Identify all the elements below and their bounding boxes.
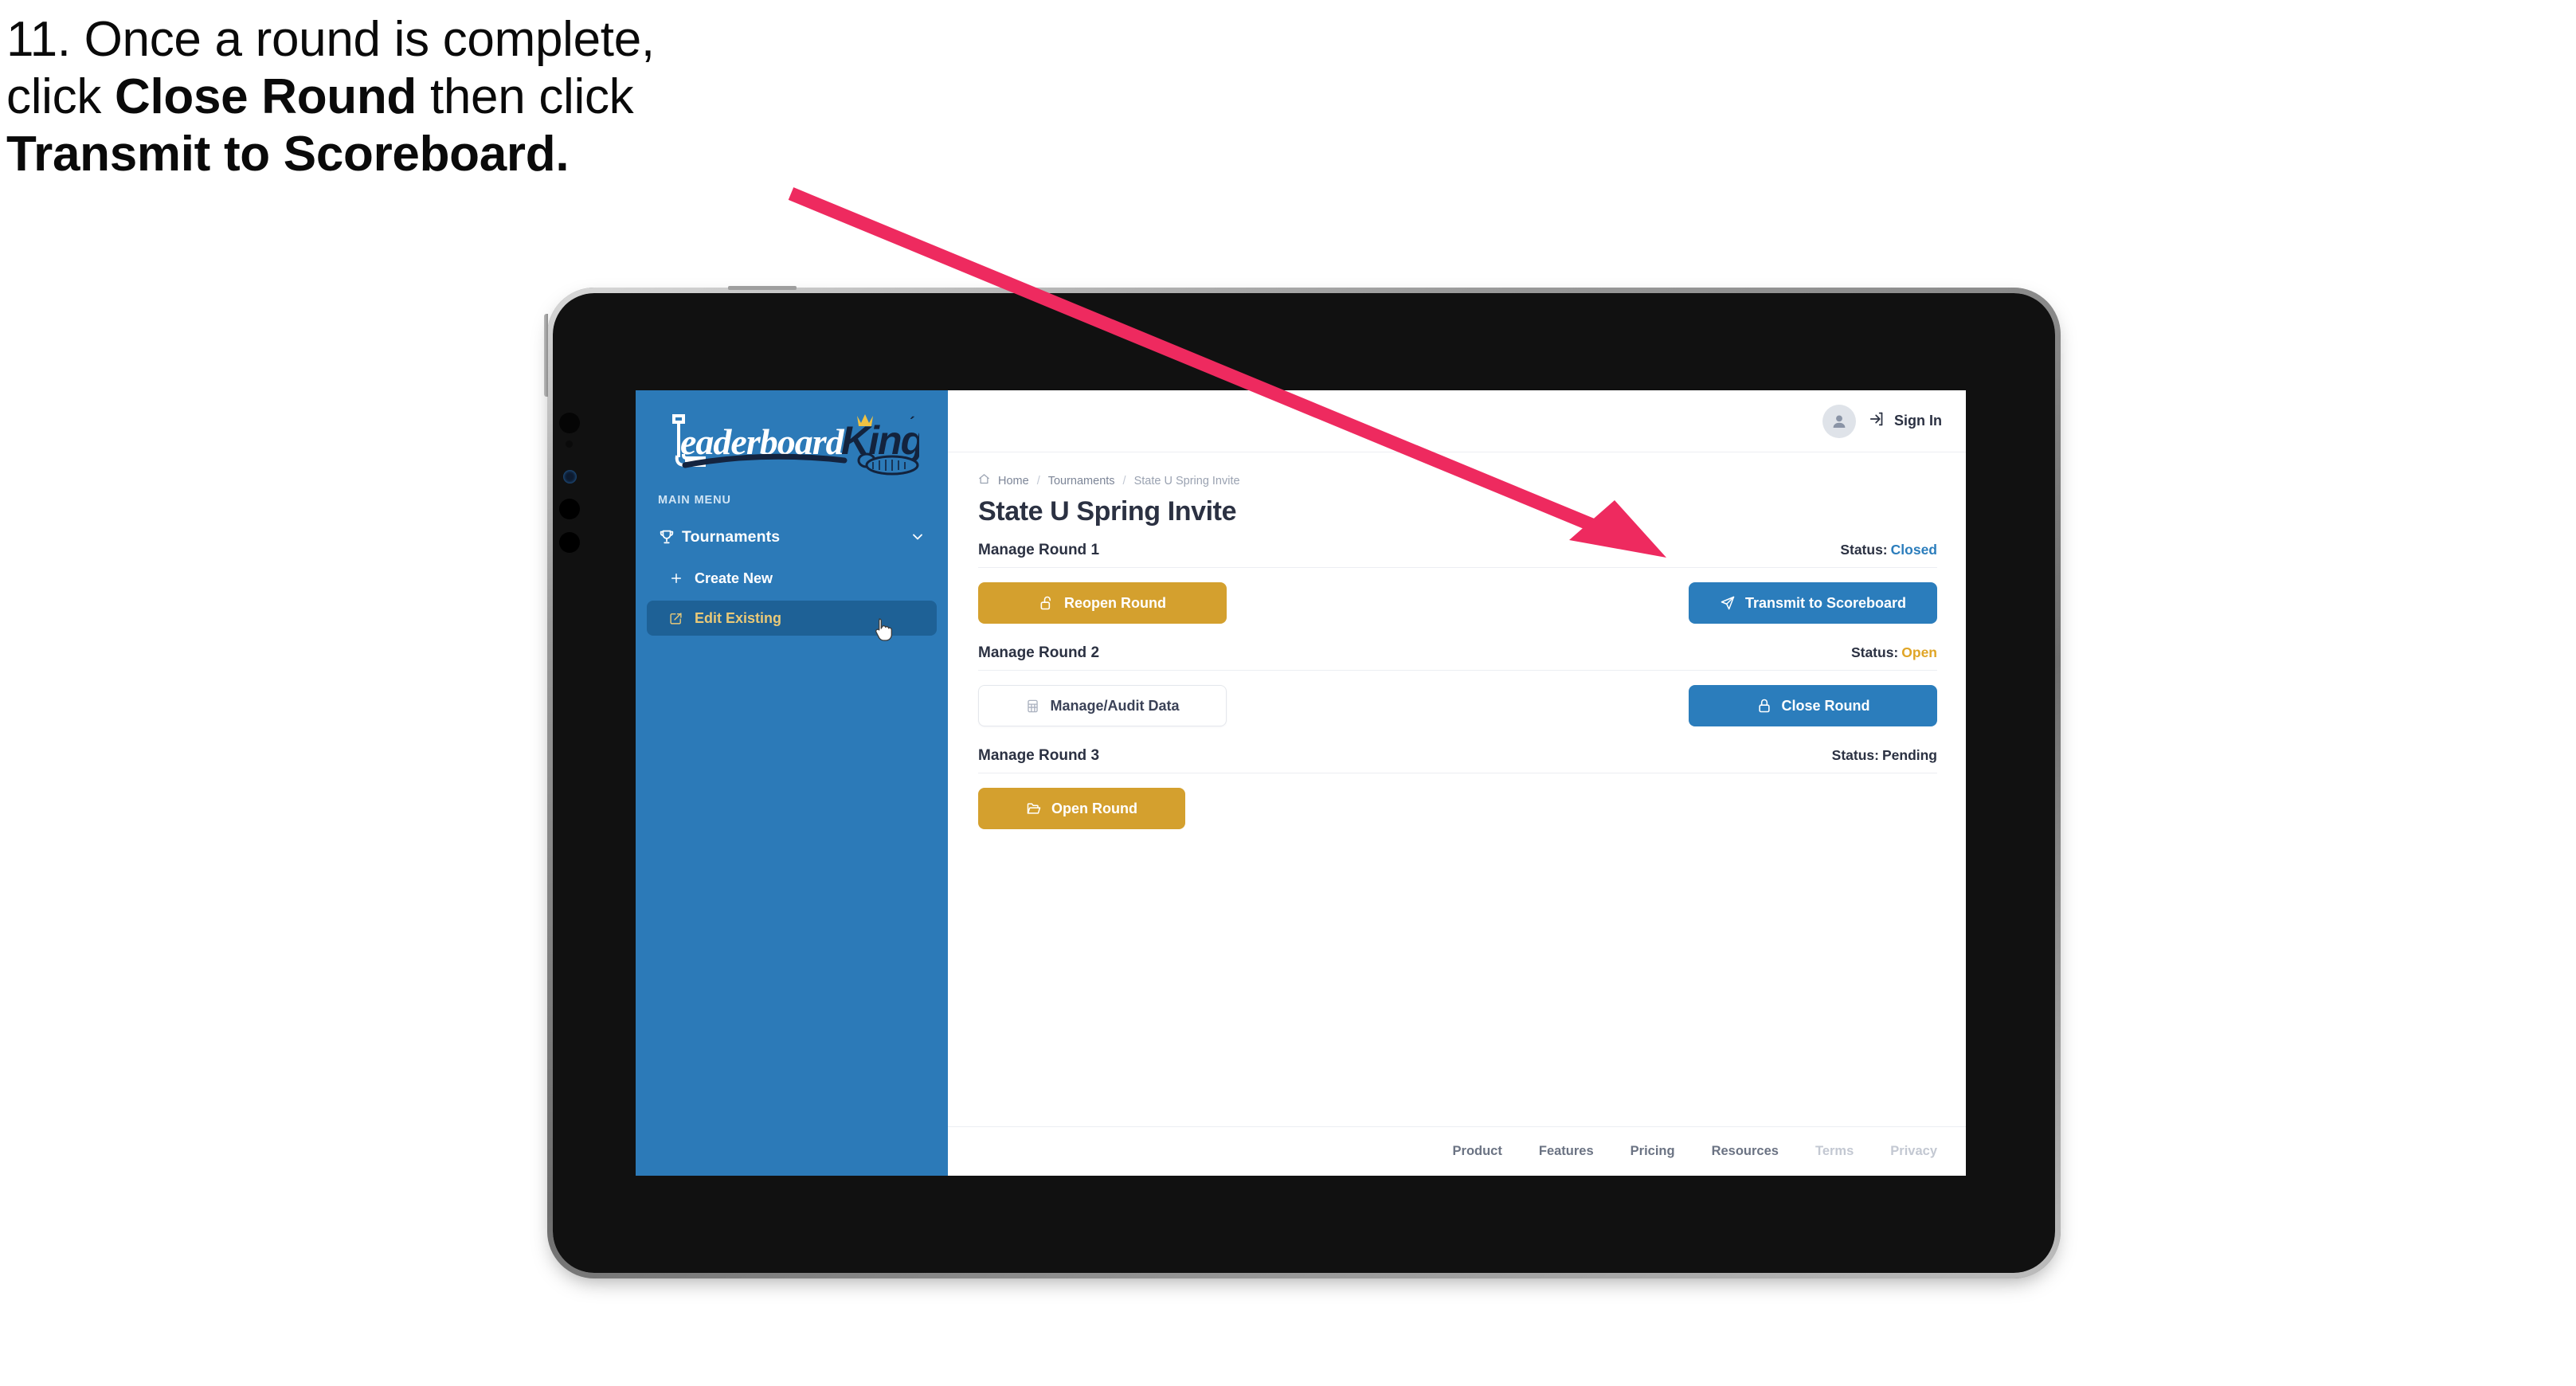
app-topbar: Sign In <box>948 390 1966 452</box>
round-header: Manage Round 3 Status: Pending <box>978 747 1937 773</box>
button-label: Close Round <box>1781 697 1870 714</box>
lock-icon <box>1756 698 1772 714</box>
sidebar-section-label: MAIN MENU <box>658 494 731 507</box>
app-sidebar: eaderboard King ´ MAIN MENU Tournaments … <box>636 390 948 1176</box>
sidebar-item-label: Create New <box>695 570 773 586</box>
status-label: Status: <box>1840 542 1888 558</box>
folder-open-icon <box>1026 801 1042 816</box>
tablet-side-button <box>544 314 548 397</box>
reopen-round-button[interactable]: Reopen Round <box>978 582 1227 624</box>
caption-line-1: 11. Once a round is complete, <box>6 12 655 67</box>
caption-line2-post: then click <box>417 69 634 124</box>
round-title: Manage Round 3 <box>978 747 1100 764</box>
status-value: Closed <box>1890 542 1937 558</box>
status-value: Open <box>1901 644 1937 660</box>
breadcrumb-item-home[interactable]: Home <box>998 475 1029 487</box>
caption-line2-pre: click <box>6 69 115 124</box>
footer-link-terms[interactable]: Terms <box>1815 1144 1854 1159</box>
round-title: Manage Round 2 <box>978 644 1100 661</box>
sidebar-item-create-new[interactable]: Create New <box>647 561 937 596</box>
tablet-camera-secondary-icon <box>559 499 580 519</box>
sign-in-label: Sign In <box>1894 413 1942 429</box>
caption-line3-bold: Transmit to Scoreboard. <box>6 126 570 182</box>
tablet-top-speaker <box>728 286 797 290</box>
page-content: Home / Tournaments / State U Spring Invi… <box>948 452 1966 1126</box>
round-actions: Manage/Audit Data Close Round <box>978 683 1937 728</box>
breadcrumb-separator: / <box>1122 474 1126 487</box>
manage-audit-data-button[interactable]: Manage/Audit Data <box>978 685 1227 726</box>
caption-line-2: click Close Round then click <box>6 69 898 124</box>
leaderboard-king-logo-icon: eaderboard King ´ <box>672 414 919 476</box>
breadcrumb-item-current: State U Spring Invite <box>1133 474 1240 487</box>
status-value: Pending <box>1881 747 1937 763</box>
round-section: Manage Round 2 Status: Open Manage/Audit… <box>978 644 1937 728</box>
footer-link-product[interactable]: Product <box>1453 1144 1502 1159</box>
sidebar-item-label: Tournaments <box>682 527 781 546</box>
round-section: Manage Round 1 Status: Closed Reopen Rou… <box>978 542 1937 625</box>
transmit-to-scoreboard-button[interactable]: Transmit to Scoreboard <box>1689 582 1937 624</box>
svg-text:King: King <box>841 418 919 463</box>
status-badge: Status: Open <box>1851 644 1937 661</box>
tablet-camera-icon <box>559 413 580 433</box>
round-header: Manage Round 2 Status: Open <box>978 644 1937 671</box>
table-grid-icon <box>1025 699 1040 714</box>
round-actions: Reopen Round Transmit to Scoreboard <box>978 581 1937 625</box>
open-round-button[interactable]: Open Round <box>978 788 1185 829</box>
sign-in-arrow-icon <box>1869 410 1886 432</box>
chevron-down-icon[interactable] <box>910 529 926 545</box>
mouse-pointer-hand-icon <box>875 617 895 647</box>
footer-link-features[interactable]: Features <box>1539 1144 1594 1159</box>
footer-link-pricing[interactable]: Pricing <box>1631 1144 1675 1159</box>
breadcrumb-separator: / <box>1036 474 1040 487</box>
tablet-indicator-led-icon <box>563 470 577 484</box>
round-section: Manage Round 3 Status: Pending Open Roun… <box>978 747 1937 831</box>
screenshot-root: 11. Once a round is complete, click Clos… <box>0 0 2576 1386</box>
app-footer: Product Features Pricing Resources Terms… <box>948 1126 1966 1176</box>
home-icon[interactable] <box>978 473 990 488</box>
trophy-icon <box>658 528 682 546</box>
status-label: Status: <box>1831 747 1879 763</box>
unlock-icon <box>1039 595 1055 611</box>
status-badge: Status: Closed <box>1840 542 1937 558</box>
edit-square-icon <box>669 612 695 625</box>
button-label: Transmit to Scoreboard <box>1744 594 1907 611</box>
round-actions: Open Round <box>978 786 1937 831</box>
tablet-sensor-icon <box>566 440 573 448</box>
plus-icon <box>669 571 695 585</box>
breadcrumb-item-tournaments[interactable]: Tournaments <box>1048 475 1115 487</box>
button-label: Open Round <box>1051 800 1137 816</box>
footer-link-privacy[interactable]: Privacy <box>1890 1144 1937 1159</box>
caption-line2-bold: Close Round <box>114 69 417 124</box>
tablet-screen: eaderboard King ´ MAIN MENU Tournaments … <box>636 390 1966 1176</box>
sign-in-button[interactable]: Sign In <box>1869 410 1942 432</box>
app-logo[interactable]: eaderboard King ´ <box>636 390 948 483</box>
tablet-camera-tertiary-icon <box>559 532 580 553</box>
paper-plane-icon <box>1720 595 1736 611</box>
button-label: Reopen Round <box>1064 594 1166 611</box>
footer-link-resources[interactable]: Resources <box>1712 1144 1779 1159</box>
app-main: Sign In Home / Tournaments / State U Spr… <box>948 390 1966 1176</box>
sidebar-item-tournaments[interactable]: Tournaments <box>647 518 937 556</box>
button-label: Manage/Audit Data <box>1050 697 1180 714</box>
page-title: State U Spring Invite <box>978 496 1237 527</box>
svg-text:´: ´ <box>910 415 915 433</box>
status-badge: Status: Pending <box>1832 747 1937 764</box>
round-header: Manage Round 1 Status: Closed <box>978 542 1937 568</box>
close-round-button[interactable]: Close Round <box>1689 685 1937 726</box>
caption-line-3: Transmit to Scoreboard. <box>6 126 898 182</box>
breadcrumb: Home / Tournaments / State U Spring Invi… <box>978 473 1937 488</box>
round-title: Manage Round 1 <box>978 542 1100 558</box>
sidebar-item-label: Edit Existing <box>695 609 782 626</box>
user-avatar-icon[interactable] <box>1822 404 1856 438</box>
status-label: Status: <box>1850 644 1899 660</box>
instruction-caption: 11. Once a round is complete, click Clos… <box>6 14 898 186</box>
tablet-device-frame: eaderboard King ´ MAIN MENU Tournaments … <box>544 286 2061 1278</box>
